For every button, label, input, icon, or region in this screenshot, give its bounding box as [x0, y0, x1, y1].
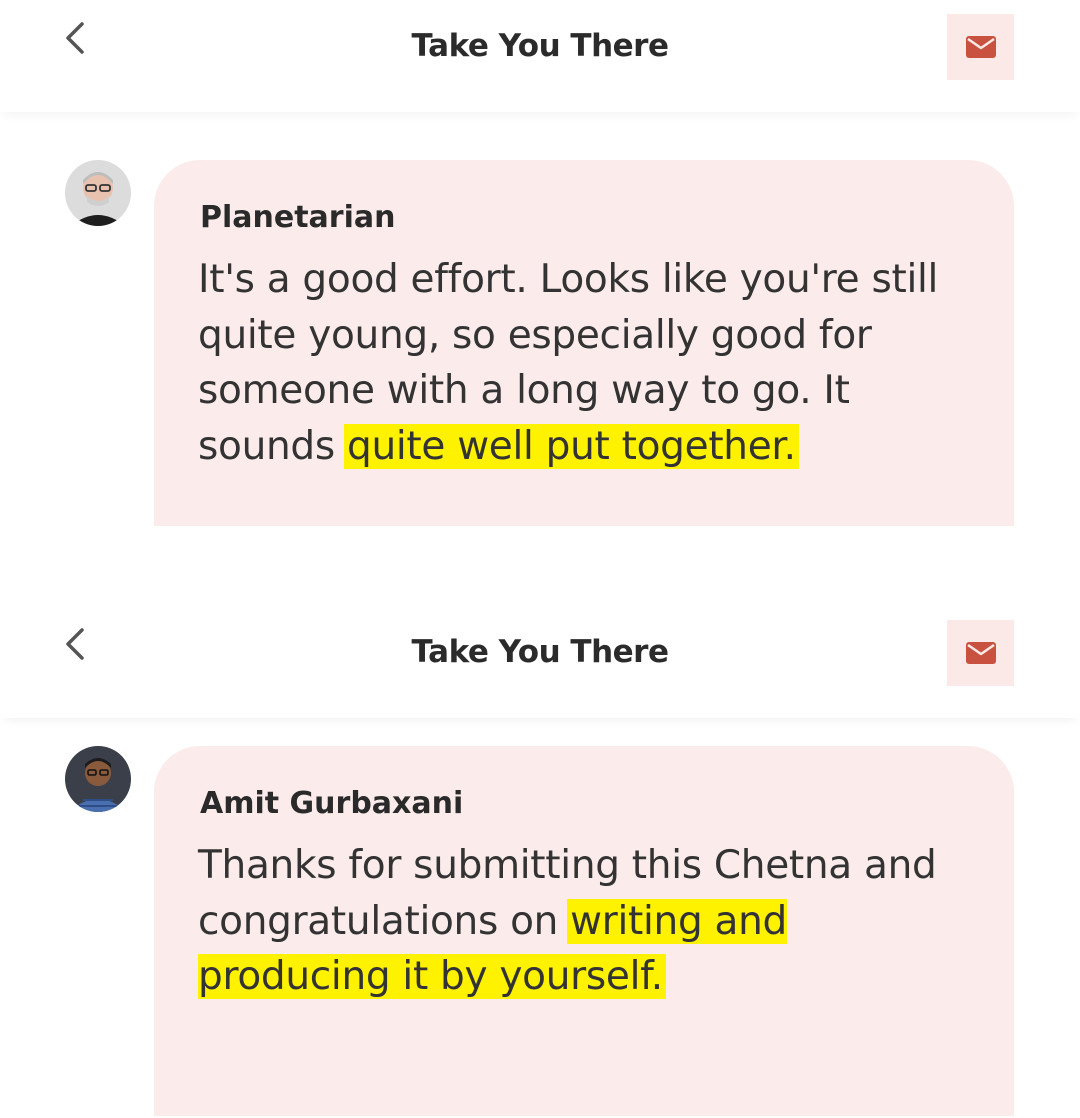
comment-item: Amit Gurbaxani Thanks for submitting thi… — [0, 718, 1080, 1118]
comment-text: Thanks for submitting this Chetna and co… — [198, 838, 988, 1005]
comment-screen-1: Take You There Planetarian It's a good e… — [0, 0, 1080, 528]
envelope-icon — [965, 642, 996, 664]
comment-bubble: Planetarian It's a good effort. Looks li… — [154, 160, 1014, 526]
top-bar: Take You There — [0, 606, 1080, 718]
comment-item: Planetarian It's a good effort. Looks li… — [0, 112, 1080, 528]
message-button[interactable] — [947, 620, 1014, 686]
avatar[interactable] — [65, 160, 131, 226]
page-title: Take You There — [411, 634, 669, 670]
envelope-icon — [965, 36, 996, 58]
top-bar: Take You There — [0, 0, 1080, 112]
avatar[interactable] — [65, 746, 131, 812]
message-button[interactable] — [947, 14, 1014, 80]
comment-screen-2: Take You There Amit Gurbaxani Thanks for… — [0, 606, 1080, 1118]
comment-text: It's a good effort. Looks like you're st… — [198, 252, 988, 474]
comment-text-highlight: quite well put together. — [344, 423, 799, 469]
comment-author[interactable]: Amit Gurbaxani — [200, 786, 463, 821]
page-title: Take You There — [411, 28, 669, 64]
comment-author[interactable]: Planetarian — [200, 200, 395, 235]
comment-bubble: Amit Gurbaxani Thanks for submitting thi… — [154, 746, 1014, 1116]
